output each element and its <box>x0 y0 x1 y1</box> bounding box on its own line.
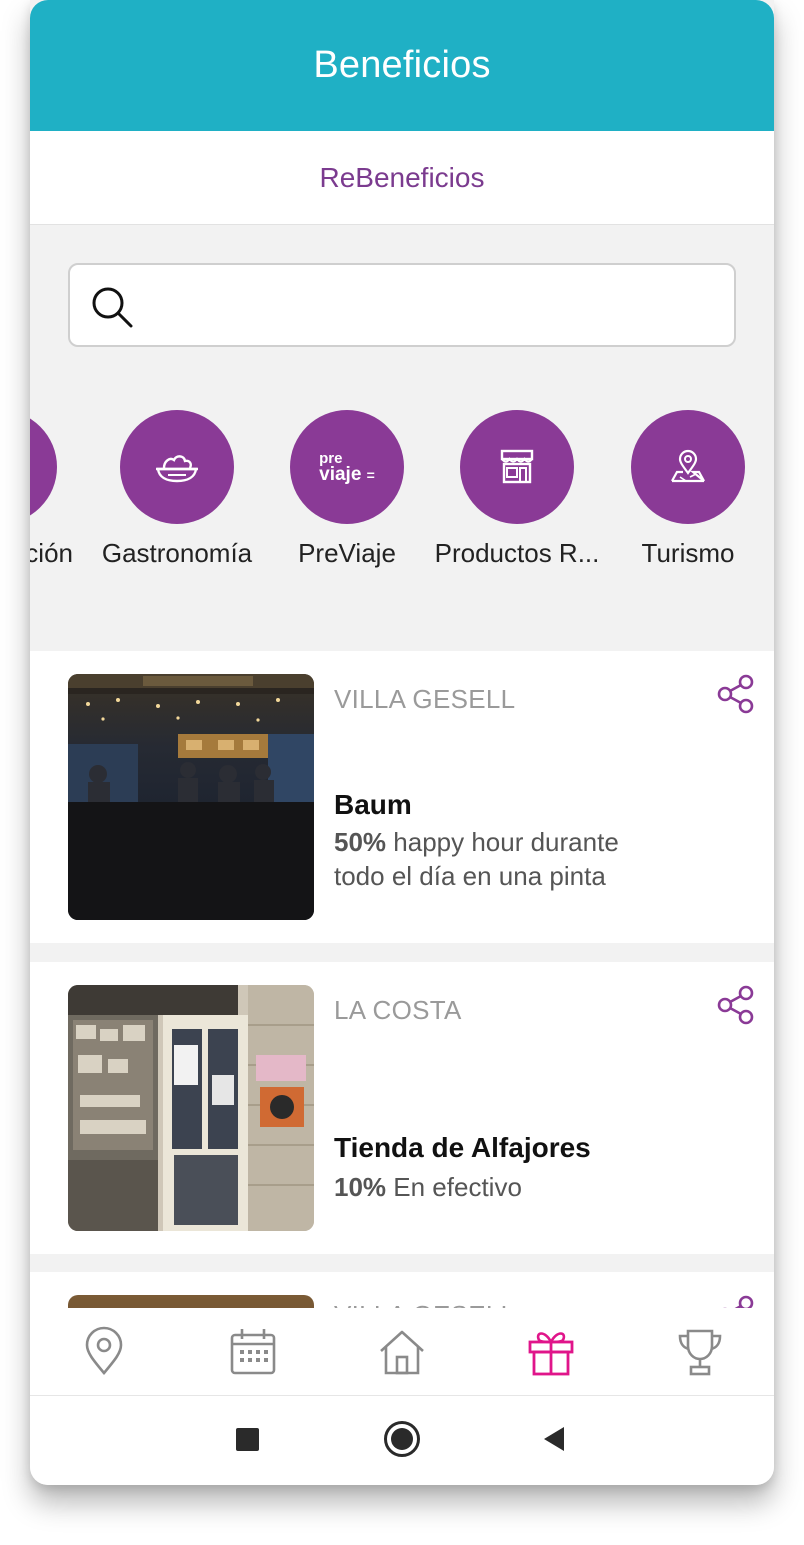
food-plate-icon <box>156 455 198 483</box>
category-label: Turismo <box>641 538 735 568</box>
map-pin-icon <box>671 449 705 483</box>
benefit-location: VILLA GESELL <box>334 684 516 714</box>
search-icon <box>92 287 133 328</box>
category-carousel[interactable]: ción Gastronomía pre viaje = PreViaje Pr… <box>30 410 774 590</box>
benefit-description-text: En efectivo <box>386 1172 522 1202</box>
benefit-card[interactable]: LA COSTA Tienda de Alfajores 10% En efec… <box>30 962 774 1254</box>
phone-screen: Beneficios ReBeneficios ción Gastronomía… <box>30 0 774 1485</box>
benefit-description: 50% happy hour durante todo el día en un… <box>334 825 664 893</box>
previaje-logo-bottom-row: viaje = <box>319 464 375 485</box>
bottom-navigation <box>30 1308 774 1396</box>
category-label: PreViaje <box>298 538 396 568</box>
home-system-button-icon[interactable] <box>384 1421 420 1457</box>
app-header: Beneficios <box>30 0 774 131</box>
share-icon[interactable] <box>716 674 756 714</box>
benefit-card[interactable]: VILLA GESELL Baum 50% happy hour durante… <box>30 651 774 943</box>
previaje-logo-bottom: viaje <box>319 464 362 485</box>
search-input[interactable] <box>150 275 720 335</box>
bar-photo <box>68 674 314 920</box>
gift-icon[interactable] <box>525 1326 577 1378</box>
category-label: Productos R... <box>434 538 600 568</box>
storefront-icon <box>500 449 534 484</box>
category-circle <box>631 410 745 524</box>
location-pin-icon[interactable] <box>78 1326 130 1378</box>
category-circle <box>30 410 57 524</box>
benefit-image <box>68 674 314 920</box>
category-item-productos[interactable]: Productos R... <box>422 410 612 569</box>
recents-button-icon[interactable] <box>236 1428 259 1451</box>
search-box[interactable] <box>68 263 736 347</box>
system-navigation-bar <box>30 1396 774 1485</box>
trophy-icon[interactable] <box>674 1326 726 1378</box>
previaje-logo-icon: pre viaje = <box>319 451 375 485</box>
benefit-location: LA COSTA <box>334 995 462 1025</box>
home-system-button-dot <box>391 1428 413 1450</box>
page-title: Beneficios <box>313 44 491 86</box>
back-button-icon[interactable] <box>542 1426 566 1452</box>
category-item-gastronomia[interactable]: Gastronomía <box>82 410 272 569</box>
storefront-photo <box>68 985 314 1231</box>
benefit-discount: 50% <box>334 827 387 857</box>
category-item-turismo[interactable]: Turismo <box>593 410 774 569</box>
benefit-description: 10% En efectivo <box>334 1170 664 1204</box>
benefit-image <box>68 985 314 1231</box>
tab-rebeneficios-label: ReBeneficios <box>319 161 485 193</box>
benefit-name: Tienda de Alfajores <box>334 1132 591 1163</box>
category-circle: pre viaje = <box>290 410 404 524</box>
benefit-name: Baum <box>334 789 412 820</box>
tab-rebeneficios[interactable]: ReBeneficios <box>30 131 774 225</box>
category-circle <box>460 410 574 524</box>
category-label: Gastronomía <box>101 538 253 568</box>
calendar-icon[interactable] <box>227 1326 279 1378</box>
category-item-previaje[interactable]: pre viaje = PreViaje <box>252 410 442 569</box>
share-icon[interactable] <box>716 985 756 1025</box>
category-circle <box>120 410 234 524</box>
benefit-discount: 10% <box>334 1172 387 1202</box>
home-icon[interactable] <box>376 1326 428 1378</box>
